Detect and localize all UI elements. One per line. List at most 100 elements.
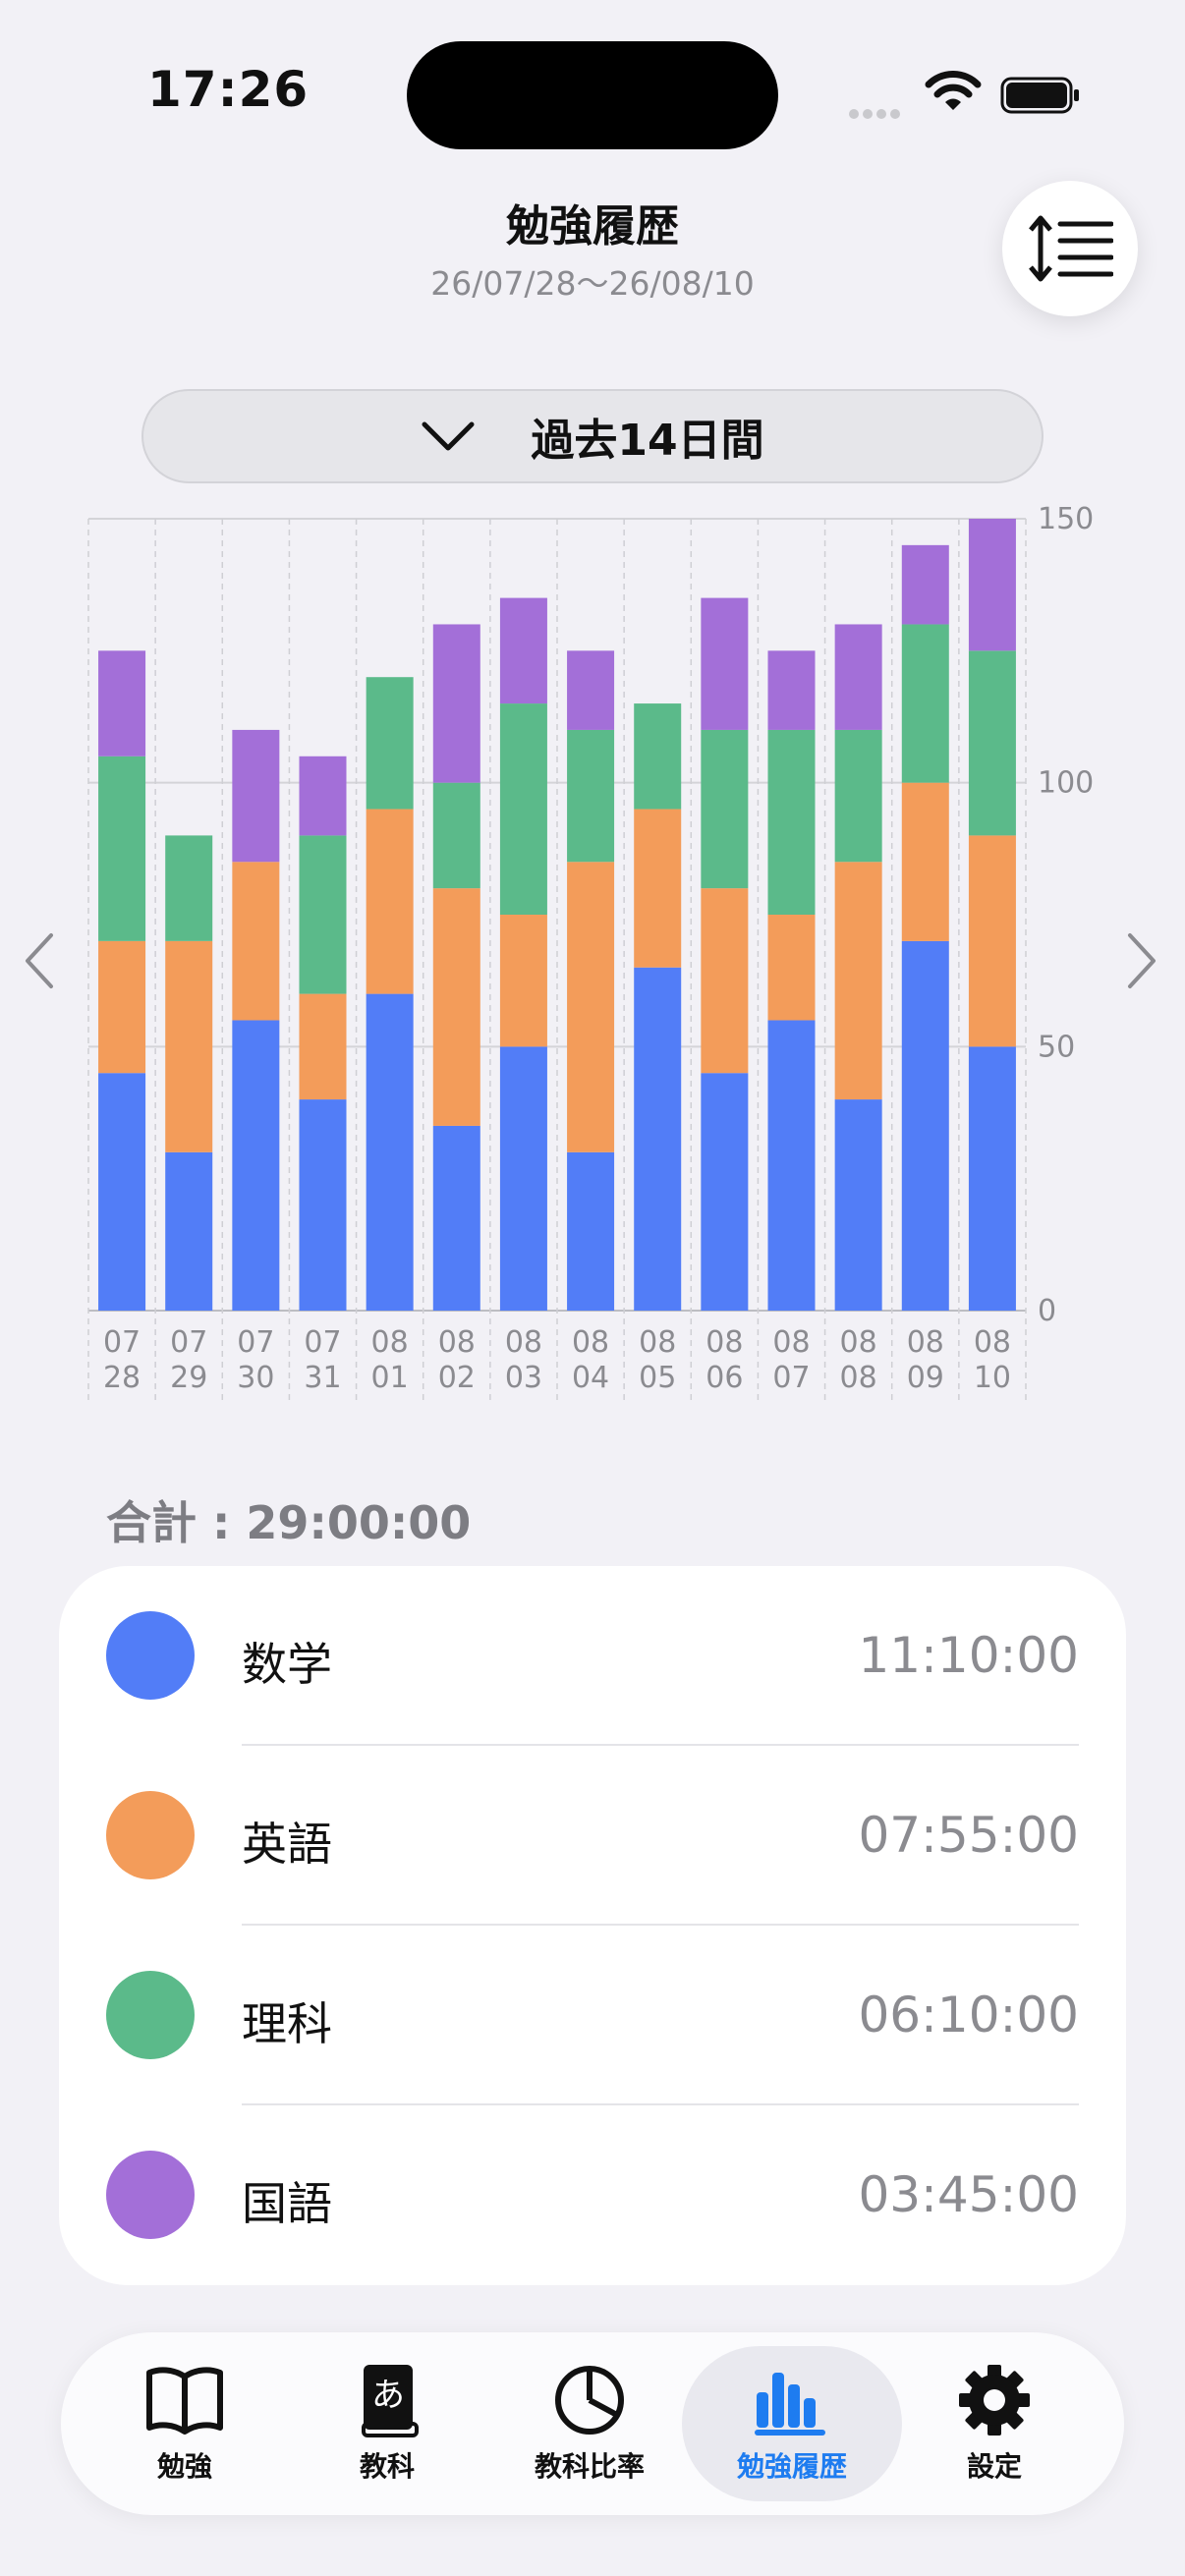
tab-study[interactable]: 勉強 <box>75 2346 295 2501</box>
bar-segment <box>165 835 213 941</box>
y-tick-label: 0 <box>1038 1294 1056 1328</box>
bar-segment <box>901 544 949 625</box>
bar-segment <box>834 862 882 1100</box>
x-tick-label: 08 <box>907 1325 944 1360</box>
sort-button[interactable] <box>1002 181 1138 316</box>
bar-segment <box>634 703 682 810</box>
bar-segment <box>701 597 749 730</box>
tab-study-history[interactable]: 勉強履歴 <box>682 2346 902 2501</box>
x-tick-label: 10 <box>974 1361 1011 1395</box>
bar-segment <box>968 650 1016 836</box>
bar-segment <box>299 756 347 836</box>
bar-segment <box>767 650 816 730</box>
tab-subjects[interactable]: あ 教科 <box>277 2346 497 2501</box>
bar-segment <box>834 729 882 863</box>
x-tick-label: 30 <box>237 1361 274 1395</box>
x-tick-label: 28 <box>103 1361 141 1395</box>
bar-segment <box>968 835 1016 1047</box>
bar-segment <box>299 835 347 994</box>
bar-segment <box>432 624 480 783</box>
x-tick-label: 08 <box>438 1325 476 1360</box>
bar-segment <box>901 782 949 941</box>
bar-segment <box>567 650 615 730</box>
wifi-icon <box>925 71 982 110</box>
gear-icon <box>959 2365 1030 2436</box>
bar-segment <box>968 1046 1016 1311</box>
legend-color-dot <box>106 1971 195 2059</box>
legend-row[interactable]: 国語 03:45:00 <box>59 2105 1126 2285</box>
bar-segment <box>834 1099 882 1311</box>
bar-segment <box>499 1046 547 1311</box>
x-tick-label: 08 <box>371 1325 409 1360</box>
tab-bar: 勉強 あ 教科 教科比率 勉強履歴 設定 <box>61 2332 1124 2515</box>
bar-segment <box>432 782 480 889</box>
x-tick-label: 09 <box>907 1361 944 1395</box>
bar-segment <box>299 1099 347 1311</box>
x-tick-label: 31 <box>304 1361 341 1395</box>
y-tick-label: 150 <box>1038 502 1094 536</box>
bar-segment <box>701 888 749 1074</box>
x-tick-label: 07 <box>170 1325 207 1360</box>
tab-settings[interactable]: 設定 <box>884 2346 1104 2501</box>
bar-segment <box>366 993 414 1311</box>
legend-subject-time: 07:55:00 <box>858 1807 1079 1864</box>
y-tick-label: 50 <box>1038 1030 1075 1064</box>
chevron-down-icon <box>422 421 475 451</box>
bar-segment <box>567 729 615 863</box>
legend-subject-name: 英語 <box>242 1818 332 1871</box>
bar-segment <box>432 888 480 1126</box>
legend-color-dot <box>106 1611 195 1700</box>
y-tick-label: 100 <box>1038 766 1094 801</box>
bar-segment <box>634 967 682 1311</box>
legend-subject-time: 06:10:00 <box>858 1987 1079 2044</box>
bar-segment <box>98 650 146 756</box>
x-tick-label: 08 <box>639 1325 676 1360</box>
legend-row[interactable]: 数学 11:10:00 <box>59 1566 1126 1746</box>
bar-segment <box>432 1125 480 1311</box>
tab-label: 教科比率 <box>534 2450 645 2483</box>
bar-segment <box>499 703 547 915</box>
legend-color-dot <box>106 1791 195 1879</box>
tab-label: 勉強履歴 <box>736 2450 847 2483</box>
x-tick-label: 08 <box>772 1325 810 1360</box>
x-tick-label: 05 <box>639 1361 676 1395</box>
study-history-chart: 0501001500728072907300731080108020803080… <box>87 502 1094 1401</box>
x-tick-label: 07 <box>772 1361 810 1395</box>
tab-label: 設定 <box>966 2450 1022 2483</box>
bar-segment <box>165 940 213 1152</box>
x-tick-label: 02 <box>438 1361 476 1395</box>
x-tick-label: 08 <box>705 1325 743 1360</box>
tab-subject-ratio[interactable]: 教科比率 <box>480 2346 700 2501</box>
bar-segment <box>299 993 347 1100</box>
bar-segment <box>366 809 414 994</box>
pie-chart-icon <box>555 2366 624 2435</box>
legend-subject-name: 理科 <box>242 1997 332 2050</box>
bar-segment <box>968 519 1016 651</box>
bar-segment <box>901 940 949 1311</box>
x-tick-label: 06 <box>705 1361 743 1395</box>
legend-row[interactable]: 理科 06:10:00 <box>59 1926 1126 2105</box>
legend-color-dot <box>106 2151 195 2239</box>
tab-label: 勉強 <box>156 2450 212 2483</box>
x-tick-label: 07 <box>103 1325 141 1360</box>
period-selector[interactable]: 過去14日間 <box>141 389 1044 483</box>
legend-row[interactable]: 英語 07:55:00 <box>59 1746 1126 1926</box>
bar-segment <box>499 915 547 1047</box>
book-icon <box>146 2367 223 2435</box>
bar-segment <box>767 915 816 1021</box>
bar-segment <box>98 1073 146 1311</box>
x-tick-label: 07 <box>304 1325 341 1360</box>
bar-chart-icon <box>755 2373 825 2436</box>
bar-segment <box>701 729 749 889</box>
bar-segment <box>232 729 280 863</box>
x-tick-label: 08 <box>572 1325 609 1360</box>
dynamic-island <box>407 41 778 149</box>
x-tick-label: 29 <box>170 1361 207 1395</box>
status-time: 17:26 <box>147 61 310 118</box>
x-tick-label: 08 <box>840 1361 877 1395</box>
x-tick-label: 03 <box>505 1361 542 1395</box>
x-tick-label: 08 <box>974 1325 1011 1360</box>
bar-segment <box>232 1020 280 1311</box>
x-tick-label: 08 <box>840 1325 877 1360</box>
bar-segment <box>98 756 146 941</box>
